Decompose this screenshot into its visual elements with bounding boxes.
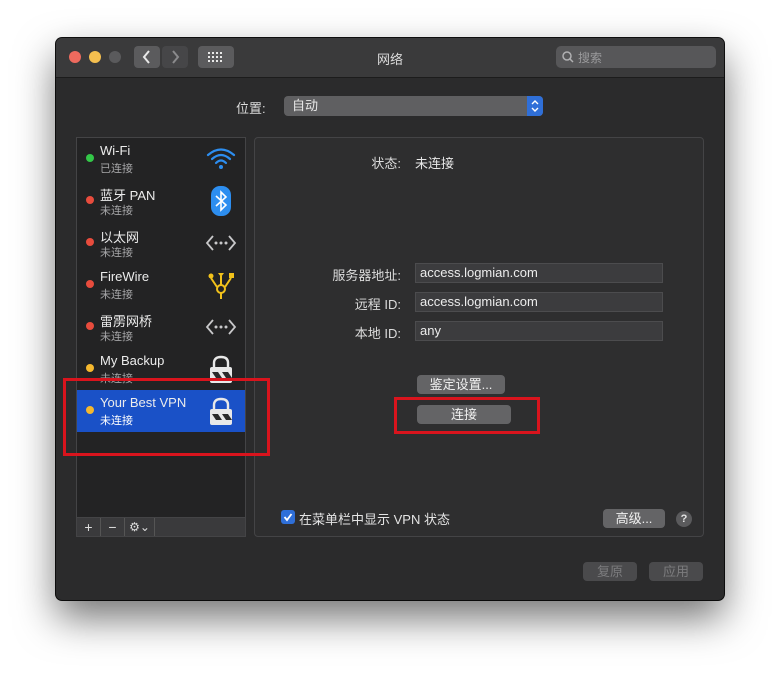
local-id-field[interactable]: any [415, 321, 663, 341]
status-dot [86, 364, 94, 372]
add-service-button[interactable]: + [77, 518, 101, 536]
connect-button[interactable]: 连接 [417, 405, 511, 424]
gear-menu-button[interactable]: ⚙︎⌄ [125, 518, 155, 536]
status-dot [86, 322, 94, 330]
title-bar: 网络 搜索 [56, 38, 724, 78]
service-status: 未连接 [100, 331, 133, 343]
search-field[interactable]: 搜索 [556, 46, 716, 68]
service-item-thunderbolt-bridge[interactable]: 雷雳网桥 未连接 [77, 306, 245, 348]
status-dot [86, 280, 94, 288]
remove-service-button[interactable]: − [101, 518, 125, 536]
service-status: 未连接 [100, 373, 133, 385]
service-item-ethernet[interactable]: 以太网 未连接 [77, 222, 245, 264]
status-dot [86, 406, 94, 414]
status-value: 未连接 [415, 156, 455, 171]
bluetooth-icon [205, 185, 237, 217]
service-status: 未连接 [100, 247, 133, 259]
show-vpn-status-label: 在菜单栏中显示 VPN 状态 [299, 512, 450, 527]
authentication-settings-button[interactable]: 鉴定设置... [417, 375, 505, 394]
advanced-button[interactable]: 高级... [603, 509, 665, 528]
status-dot [86, 196, 94, 204]
vpn-lock-icon [205, 395, 237, 427]
service-list: Wi-Fi 已连接 蓝牙 PAN 未连接 以太网 未连接 FireWire 未连… [76, 137, 246, 537]
service-item-your-best-vpn[interactable]: Your Best VPN 未连接 [77, 390, 245, 432]
updown-arrows-icon [527, 96, 543, 116]
service-item-firewire[interactable]: FireWire 未连接 [77, 264, 245, 306]
apply-button[interactable]: 应用 [649, 562, 703, 581]
search-icon [562, 51, 574, 63]
server-address-label: 服务器地址: [332, 268, 401, 283]
service-name: FireWire [100, 269, 150, 284]
service-status: 未连接 [100, 205, 133, 217]
location-label: 位置: [236, 101, 266, 116]
service-list-toolbar: + − ⚙︎⌄ [76, 517, 246, 537]
status-dot [86, 154, 94, 162]
vpn-lock-icon [205, 353, 237, 385]
service-status: 未连接 [100, 415, 133, 427]
wifi-icon [205, 143, 237, 175]
service-status: 未连接 [100, 289, 133, 301]
local-id-label: 本地 ID: [354, 326, 401, 341]
service-item-bluetooth-pan[interactable]: 蓝牙 PAN 未连接 [77, 180, 245, 222]
status-dot [86, 238, 94, 246]
service-name: Wi-Fi [100, 143, 131, 158]
location-select[interactable]: 自动 [284, 96, 543, 116]
ethernet-icon [205, 227, 237, 259]
network-preferences-window: 网络 搜索 位置: 自动 Wi-Fi 已连接 蓝牙 PAN 未连接 以太网 未连… [56, 38, 724, 600]
help-button[interactable]: ? [676, 511, 692, 527]
vpn-detail-pane: 状态: 未连接 服务器地址: access.logmian.com 远程 ID:… [254, 137, 704, 537]
thunderbolt-bridge-icon [205, 311, 237, 343]
service-item-my-backup[interactable]: My Backup 未连接 [77, 348, 245, 390]
remote-id-label: 远程 ID: [354, 297, 401, 312]
checkmark-icon [283, 513, 293, 522]
status-label: 状态: [371, 156, 401, 171]
service-status: 已连接 [100, 163, 133, 175]
service-name: Your Best VPN [100, 395, 187, 410]
service-item-wifi[interactable]: Wi-Fi 已连接 [77, 138, 245, 180]
remote-id-field[interactable]: access.logmian.com [415, 292, 663, 312]
show-vpn-status-checkbox[interactable] [281, 510, 295, 524]
revert-button[interactable]: 复原 [583, 562, 637, 581]
firewire-icon [205, 269, 237, 301]
service-name: My Backup [100, 353, 165, 368]
search-placeholder: 搜索 [578, 50, 603, 65]
server-address-field[interactable]: access.logmian.com [415, 263, 663, 283]
location-value: 自动 [292, 98, 319, 113]
